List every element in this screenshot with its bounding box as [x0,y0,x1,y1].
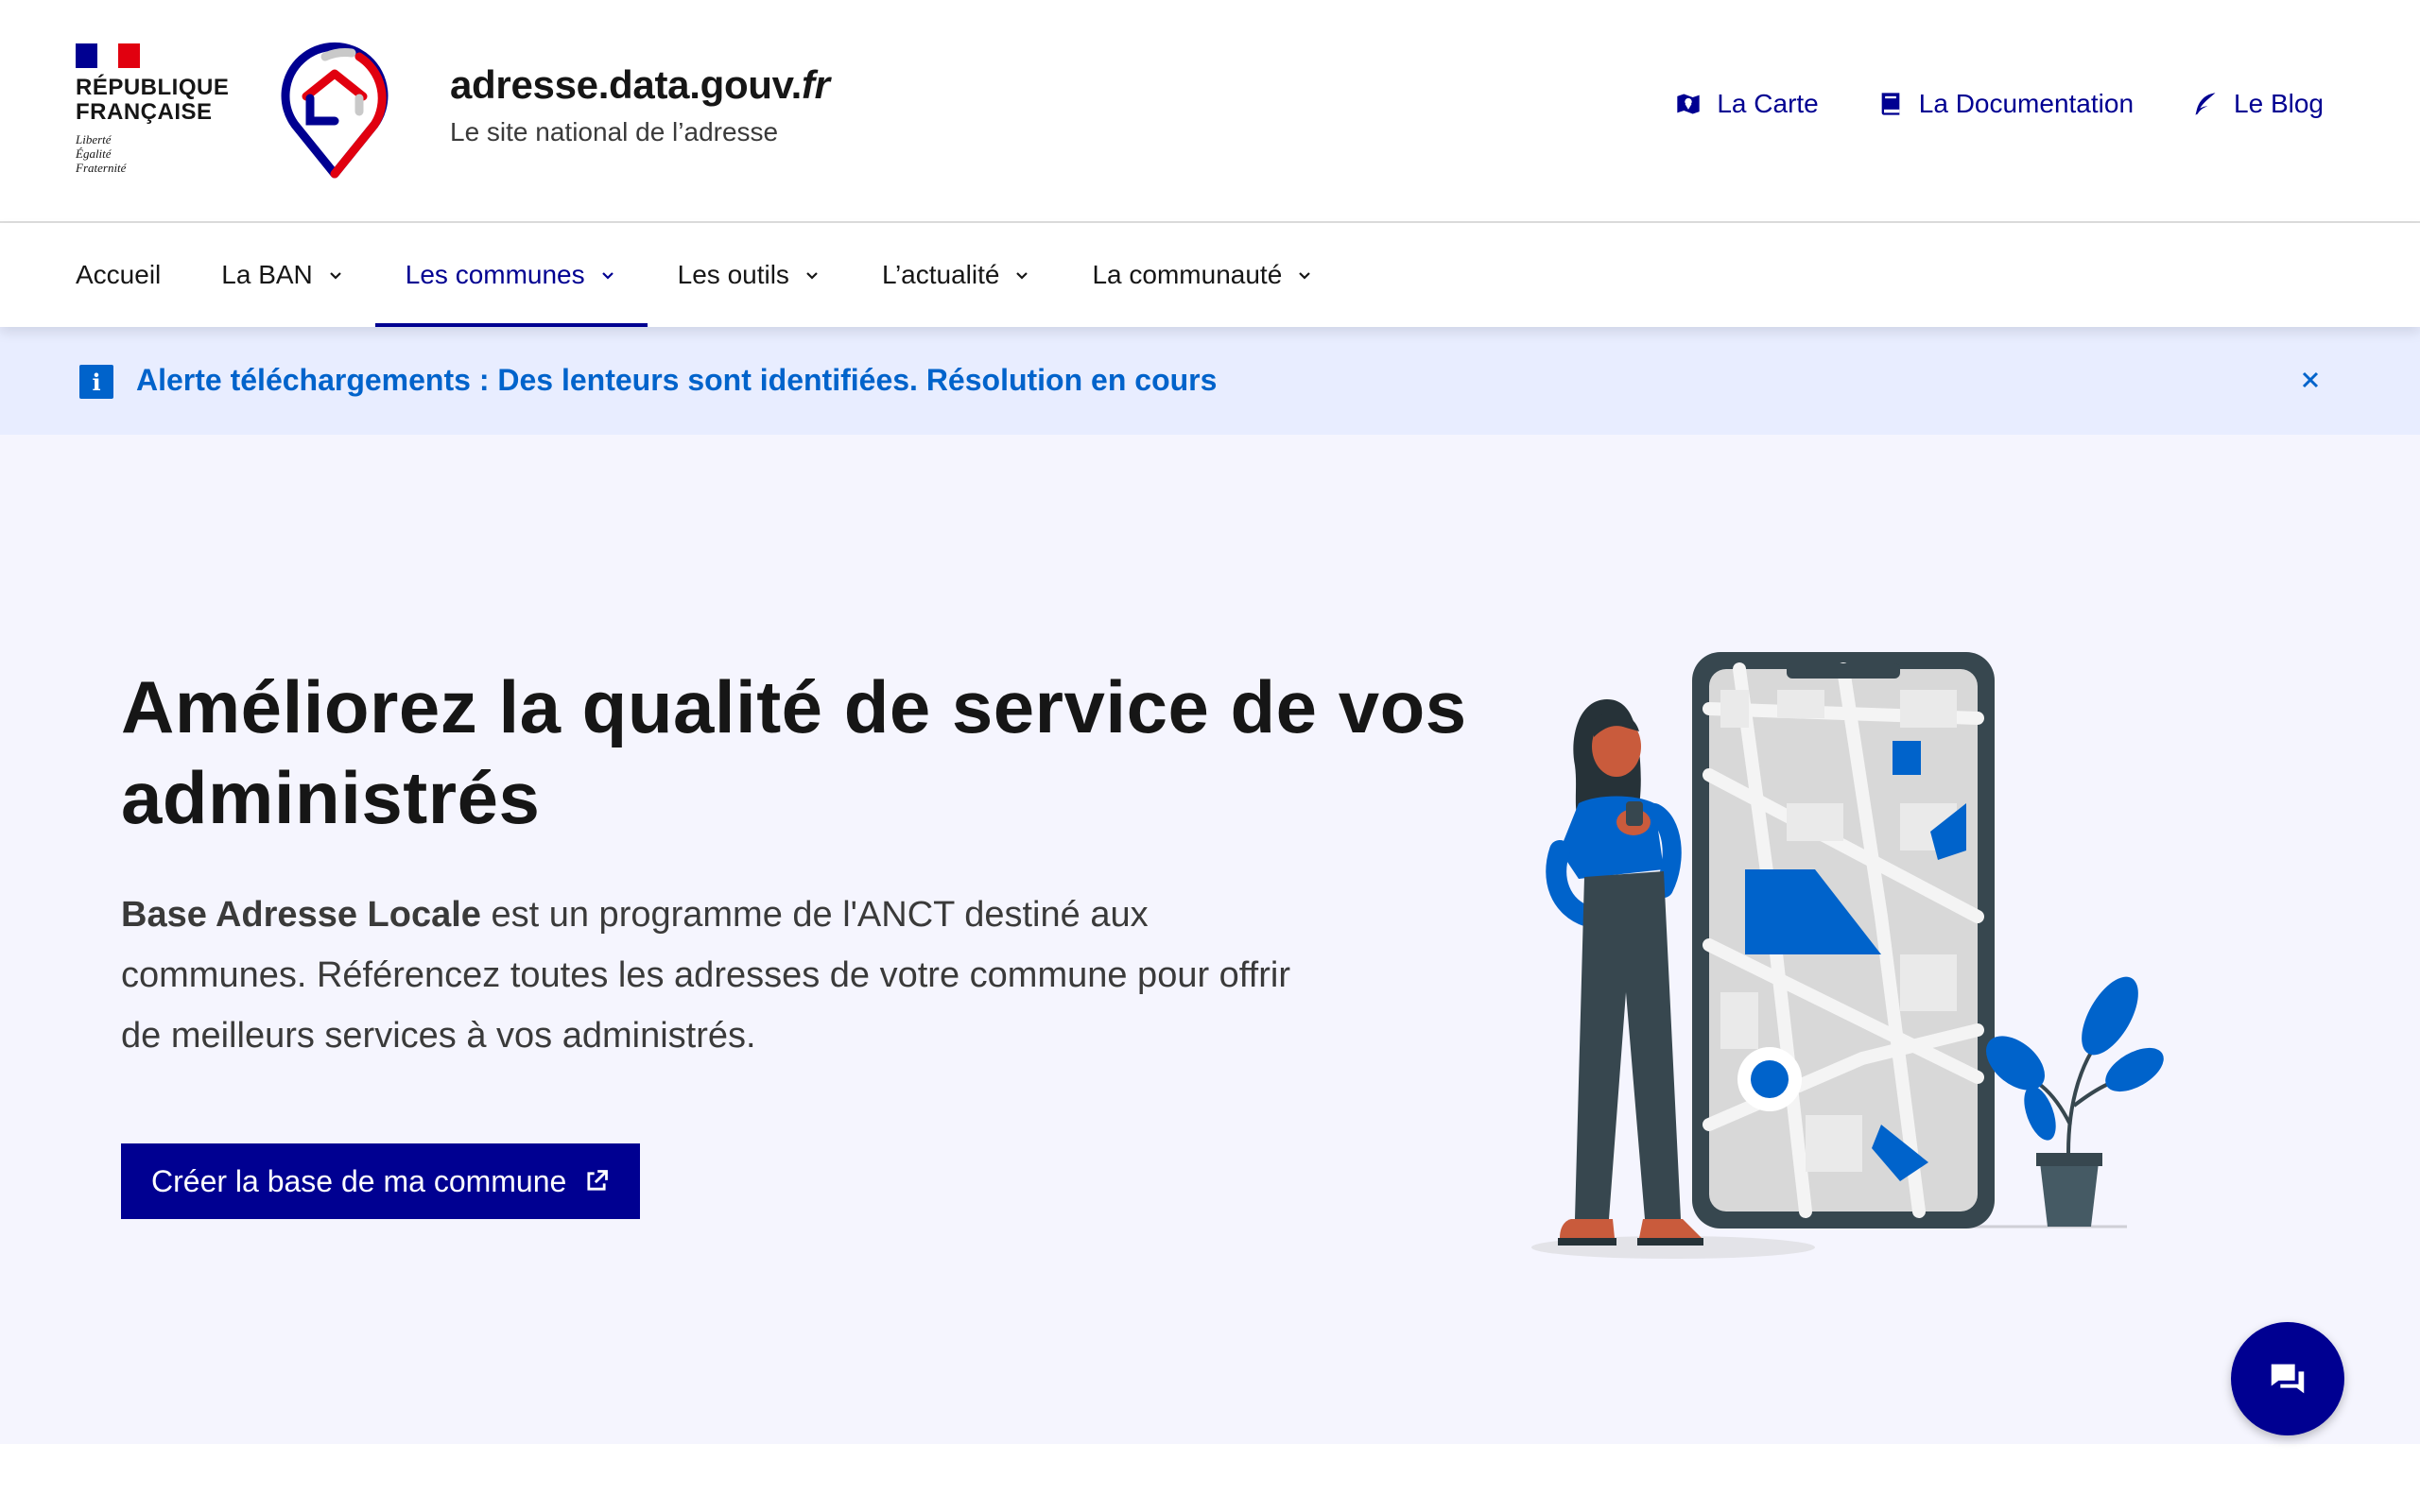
nav-item-label: Accueil [76,260,162,289]
chat-icon [2271,1364,2305,1394]
nav-item-la-ban[interactable]: La BAN [191,223,375,327]
republique-francaise-logo[interactable]: RÉPUBLIQUE FRANÇAISE Liberté Égalité Fra… [76,43,229,175]
quick-link-documentation[interactable]: La Documentation [1877,89,2134,119]
french-flag-icon [76,43,141,68]
hero-description: Base Adresse Locale est un programme de … [121,885,1312,1066]
nav-item-actualite[interactable]: L’actualité [852,223,1063,327]
nav-item-les-communes[interactable]: Les communes [374,223,648,327]
nav-item-label: La BAN [221,260,313,289]
quill-icon [2195,93,2216,115]
chevron-down-icon [329,272,341,280]
create-commune-base-button[interactable]: Créer la base de ma commune [121,1143,641,1219]
site-title[interactable]: adresse.data.gouv.fr [450,62,830,108]
hero-description-strong: Base Adresse Locale [121,895,481,935]
chevron-down-icon [601,272,614,280]
book-icon [1881,93,1900,115]
alert-notice: i Alerte téléchargements : Des lenteurs … [0,327,2420,435]
quick-link-blog[interactable]: Le Blog [2192,89,2324,119]
info-icon: i [79,365,113,399]
hero-illustration [1531,652,2164,1259]
nav-item-label: Les communes [405,260,585,289]
site-tagline: Le site national de l’adresse [450,117,779,146]
nav-item-les-outils[interactable]: Les outils [648,223,852,327]
close-notice-button[interactable] [2291,361,2329,399]
quick-links: La Carte La Documentation Le Blog [1675,89,2324,119]
external-link-icon [587,1170,609,1191]
hero-section: Améliorez la qualité de service de vos a… [0,435,2420,1444]
chevron-down-icon [1016,272,1028,280]
button-label: Créer la base de ma commune [151,1163,567,1198]
site-header: RÉPUBLIQUE FRANÇAISE Liberté Égalité Fra… [0,0,2420,223]
nav-item-accueil[interactable]: Accueil [45,223,191,327]
chevron-down-icon [806,272,818,280]
page-bottom [0,1444,2420,1512]
nav-item-communaute[interactable]: La communauté [1062,223,1344,327]
nav-item-label: Les outils [677,260,789,289]
marianne-name: RÉPUBLIQUE FRANÇAISE [76,75,230,125]
hero-title: Améliorez la qualité de service de vos a… [121,665,1467,839]
chevron-down-icon [1299,272,1311,280]
quick-link-label: Le Blog [2234,89,2324,118]
quick-link-label: La Carte [1717,89,1819,118]
quick-link-carte[interactable]: La Carte [1675,89,1819,119]
nav-item-label: La communauté [1092,260,1283,289]
nav-item-label: L’actualité [881,260,1000,289]
chat-button[interactable] [2231,1322,2344,1435]
quick-link-label: La Documentation [1918,89,2135,118]
marianne-motto: Liberté Égalité Fraternité [76,132,127,175]
main-navigation: Accueil La BAN Les communes Les outils L… [0,223,2420,327]
map-icon [1677,94,1701,114]
close-icon [2302,371,2319,388]
notice-text: Alerte téléchargements : Des lenteurs so… [136,363,1218,397]
adresse-pin-logo-icon[interactable] [278,42,391,180]
